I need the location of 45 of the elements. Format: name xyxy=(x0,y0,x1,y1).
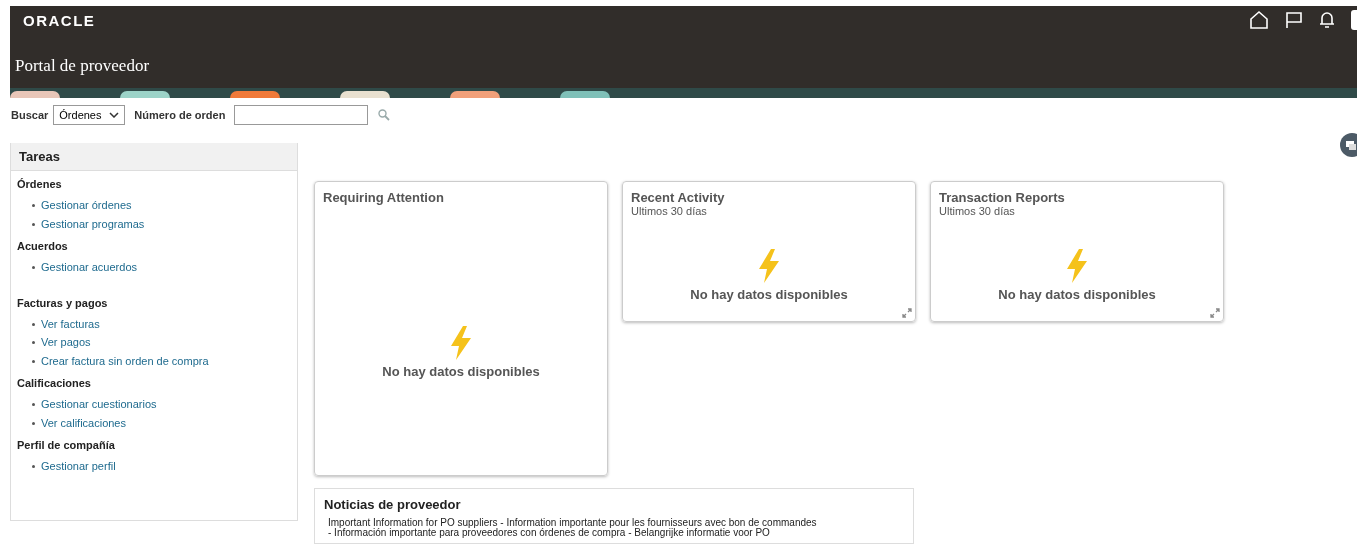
no-data-message: No hay datos disponibles xyxy=(382,364,540,379)
no-data-message: No hay datos disponibles xyxy=(998,286,1156,302)
task-link[interactable]: Ver pagos xyxy=(41,336,91,348)
home-icon[interactable] xyxy=(1249,10,1269,30)
task-group-heading: Facturas y pagos xyxy=(17,296,109,309)
tasks-header: Tareas xyxy=(11,143,297,171)
task-link[interactable]: Crear factura sin orden de compra xyxy=(41,354,209,367)
card-title: Recent Activity xyxy=(631,190,726,205)
search-label: Buscar xyxy=(11,109,49,121)
news-text: - Información importante para proveedores con órdenes de compra - Belangrijke informatie voor PO xyxy=(327,528,771,538)
task-link[interactable]: Ver calificaciones xyxy=(41,416,126,429)
card-subtitle: Ultimos 30 días xyxy=(939,205,1016,217)
card-subtitle: Ultimos 30 días xyxy=(631,205,708,217)
chat-icon xyxy=(1345,139,1357,151)
order-number-label: Número de orden xyxy=(134,109,226,121)
user-avatar[interactable] xyxy=(1351,10,1357,30)
search-icon[interactable] xyxy=(378,109,391,121)
search-dropdown[interactable]: Órdenes xyxy=(53,105,126,125)
lightning-icon xyxy=(758,248,780,283)
card-title: Transaction Reports xyxy=(939,190,1066,205)
task-group-heading: Acuerdos xyxy=(17,240,69,252)
order-number-field[interactable] xyxy=(234,105,369,125)
task-group-heading: Perfil de compañía xyxy=(17,439,116,451)
bell-icon[interactable] xyxy=(1319,11,1335,29)
chat-button[interactable] xyxy=(1340,133,1357,157)
task-group-heading: Calificaciones xyxy=(17,377,92,389)
no-data-message: No hay datos disponibles xyxy=(690,286,848,302)
task-link[interactable]: Gestionar órdenes xyxy=(41,199,132,211)
news-title: Noticias de proveedor xyxy=(324,497,462,512)
expand-icon[interactable] xyxy=(902,308,912,318)
task-link[interactable]: Gestionar programas xyxy=(41,217,145,230)
lightning-icon xyxy=(1066,248,1088,283)
news-text: Important Information for PO suppliers - Information importante pour les fournisseurs avec bon de commandes xyxy=(327,518,818,528)
page-title: Portal de proveedor xyxy=(14,55,151,76)
task-link[interactable]: Gestionar perfil xyxy=(41,460,116,472)
task-link[interactable]: Gestionar cuestionarios xyxy=(41,398,157,410)
lightning-icon xyxy=(450,326,472,360)
caret-icon xyxy=(109,112,120,118)
task-link[interactable]: Gestionar acuerdos xyxy=(41,261,137,273)
card-title: Requiring Attention xyxy=(323,190,445,205)
expand-icon[interactable] xyxy=(1210,308,1220,318)
task-link[interactable]: Ver facturas xyxy=(41,317,100,330)
flag-icon[interactable] xyxy=(1285,11,1303,29)
task-group-heading: Órdenes xyxy=(17,178,63,190)
oracle-logo[interactable]: ORACLE xyxy=(23,11,96,29)
